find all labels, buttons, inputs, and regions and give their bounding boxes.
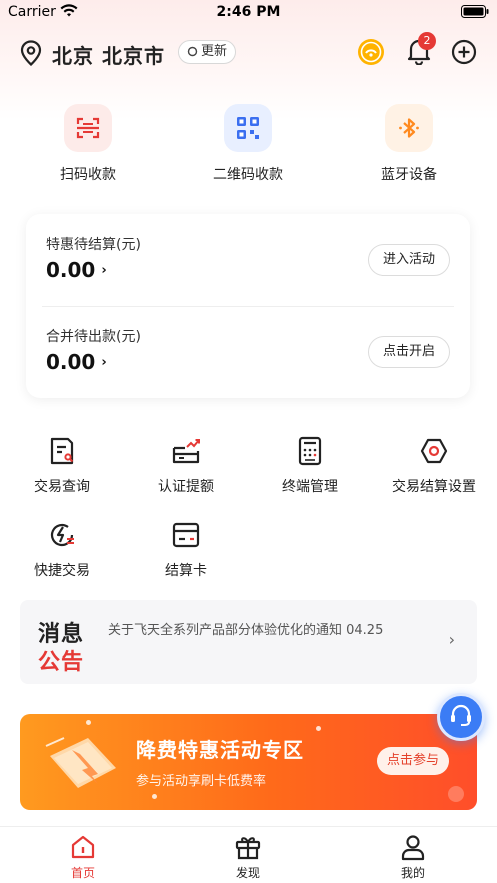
merged-payout-row: 合并待出款(元) 0.00 › 点击开启 xyxy=(46,306,450,396)
merged-payout-value[interactable]: 0.00 › xyxy=(46,350,107,374)
announcement-message: 关于飞天全系列产品部分体验优化的通知 04.25 xyxy=(108,623,384,638)
bottom-tab-bar: 首页 发现 我的 xyxy=(0,826,497,883)
terminal-icon xyxy=(295,436,325,466)
menu-label: 结算卡 xyxy=(165,563,207,579)
tab-profile[interactable]: 我的 xyxy=(373,833,453,881)
add-icon[interactable] xyxy=(451,39,477,69)
menu-label: 交易查询 xyxy=(34,479,90,495)
top-header: 北京 北京市 更新 2 xyxy=(0,32,497,74)
menu-label: 终端管理 xyxy=(282,479,338,495)
transaction-query-icon xyxy=(47,436,77,466)
menu-quick-trade[interactable]: 快捷交易 xyxy=(0,520,124,580)
pending-settlement-value[interactable]: 0.00 › xyxy=(46,258,107,282)
bank-card-icon xyxy=(171,520,201,550)
clock: 2:46 PM xyxy=(216,4,281,20)
credit-raise-icon xyxy=(171,436,201,466)
location-pin-icon[interactable] xyxy=(20,40,42,70)
update-label: 更新 xyxy=(201,44,228,59)
settlement-card: 特惠待结算(元) 0.00 › 进入活动 合并待出款(元) 0.00 › 点击开启 xyxy=(26,214,470,398)
menu-settlement-settings[interactable]: 交易结算设置 xyxy=(372,436,496,496)
home-icon xyxy=(69,833,97,861)
update-location-button[interactable]: 更新 xyxy=(178,40,237,64)
menu-transaction-query[interactable]: 交易查询 xyxy=(0,436,124,496)
coin-icon[interactable] xyxy=(357,38,385,70)
pending-settlement-amount: 0.00 xyxy=(46,258,96,282)
status-bar: Carrier 2:46 PM xyxy=(0,0,497,26)
menu-label: 交易结算设置 xyxy=(392,479,476,495)
chevron-right-icon: › xyxy=(101,263,107,278)
tab-label: 我的 xyxy=(400,866,425,880)
chevron-right-icon: › xyxy=(448,630,455,649)
promo-subtitle: 参与活动享刷卡低费率 xyxy=(136,774,267,789)
qr-code-icon xyxy=(224,104,272,152)
merged-payout-amount: 0.00 xyxy=(46,350,96,374)
menu-label: 认证提额 xyxy=(158,479,214,495)
scan-code-icon xyxy=(64,104,112,152)
city-label[interactable]: 北京 北京市 xyxy=(52,40,165,69)
join-promo-button[interactable]: 点击参与 xyxy=(377,747,450,775)
gift-icon xyxy=(234,833,262,861)
headset-icon xyxy=(448,702,474,732)
battery-icon xyxy=(461,5,489,22)
search-icon xyxy=(187,46,198,57)
pending-settlement-row: 特惠待结算(元) 0.00 › 进入活动 xyxy=(46,214,450,304)
decor-dot xyxy=(152,794,157,799)
decor-dot xyxy=(316,726,321,731)
menu-terminal[interactable]: 终端管理 xyxy=(248,436,372,496)
menu-credit-raise[interactable]: 认证提额 xyxy=(124,436,248,496)
enter-activity-button[interactable]: 进入活动 xyxy=(367,244,450,276)
tab-home[interactable]: 首页 xyxy=(43,833,123,881)
merged-payout-label: 合并待出款(元) xyxy=(46,329,141,345)
quick-action-scan[interactable]: 扫码收款 xyxy=(28,104,148,184)
promo-banner[interactable]: 降费特惠活动专区 参与活动享刷卡低费率 点击参与 xyxy=(20,714,477,810)
promo-title: 降费特惠活动专区 xyxy=(136,738,304,762)
quick-action-label: 扫码收款 xyxy=(60,167,116,183)
chevron-right-icon: › xyxy=(101,355,107,370)
quick-action-bluetooth[interactable]: 蓝牙设备 xyxy=(349,104,469,184)
enable-button[interactable]: 点击开启 xyxy=(367,336,450,368)
decor-dot xyxy=(86,720,91,725)
menu-bank-card[interactable]: 结算卡 xyxy=(124,520,248,580)
tab-label: 发现 xyxy=(235,866,260,880)
quick-action-label: 二维码收款 xyxy=(213,167,283,183)
announcement-bar[interactable]: 消息 公告 关于飞天全系列产品部分体验优化的通知 04.25 › xyxy=(20,600,477,684)
decor-dot xyxy=(448,786,464,802)
settlement-settings-icon xyxy=(419,436,449,466)
tab-discover[interactable]: 发现 xyxy=(208,833,288,881)
announcement-tag-bottom: 公告 xyxy=(38,650,85,675)
quick-trade-icon xyxy=(47,520,77,550)
bluetooth-icon xyxy=(385,104,433,152)
promo-illustration-icon xyxy=(42,728,126,802)
menu-label: 快捷交易 xyxy=(34,563,90,579)
quick-action-label: 蓝牙设备 xyxy=(381,167,437,183)
user-icon xyxy=(399,833,427,861)
pending-settlement-label: 特惠待结算(元) xyxy=(46,237,141,253)
notification-badge: 2 xyxy=(418,32,436,50)
customer-service-button[interactable] xyxy=(437,693,485,741)
tab-label: 首页 xyxy=(70,866,95,880)
quick-action-qrcode[interactable]: 二维码收款 xyxy=(188,104,308,184)
